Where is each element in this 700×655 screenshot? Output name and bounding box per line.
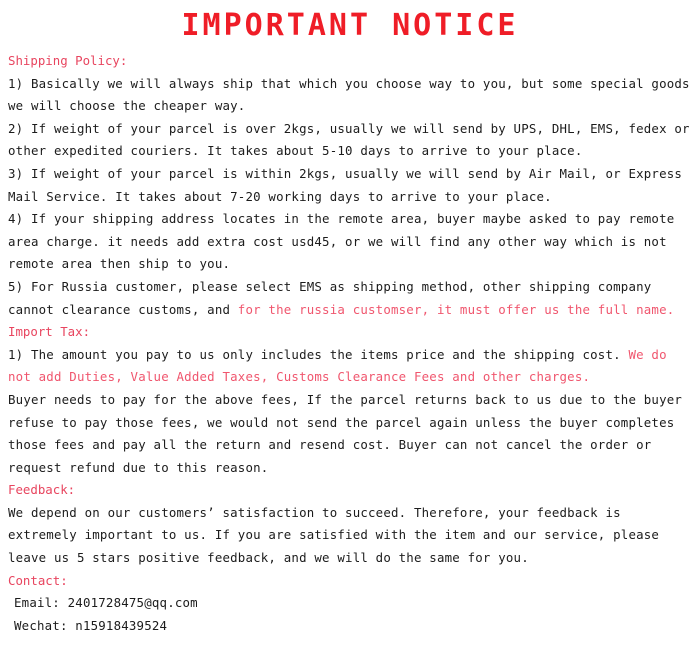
shipping-policy-item-5-emphasis: for the russia customser, it must offer … — [237, 301, 675, 317]
shipping-policy-item-4: 4) If your shipping address locates in t… — [8, 211, 683, 272]
section-heading-contact: Contact: — [8, 572, 68, 588]
feedback-paragraph: We depend on our customers’ satisfaction… — [8, 504, 667, 566]
section-heading-shipping-policy: Shipping Policy: — [8, 53, 128, 68]
import-tax-item-1-text: 1) The amount you pay to us only include… — [8, 346, 629, 362]
import-tax-item-1: 1) The amount you pay to us only include… — [8, 344, 694, 389]
import-tax-paragraph: Buyer needs to pay for the above fees, I… — [8, 391, 690, 475]
notice-body: Shipping Policy: 1) Basically we will al… — [0, 50, 700, 637]
shipping-policy-item-1: 1) Basically we will always ship that wh… — [8, 75, 698, 114]
shipping-policy-item-5: 5) For Russia customer, please select EM… — [8, 276, 694, 321]
shipping-policy-item-2: 2) If weight of your parcel is over 2kgs… — [8, 120, 698, 159]
shipping-policy-item-3: 3) If weight of your parcel is within 2k… — [8, 165, 690, 204]
contact-email: Email: 2401728475@qq.com — [14, 595, 198, 611]
contact-wechat: Wechat: n15918439524 — [14, 617, 168, 633]
section-heading-feedback: Feedback: — [8, 482, 76, 498]
important-notice-document: IMPORTANT NOTICE Shipping Policy: 1) Bas… — [0, 0, 700, 655]
section-heading-import-tax: Import Tax: — [8, 324, 91, 340]
page-title: IMPORTANT NOTICE — [181, 8, 519, 43]
